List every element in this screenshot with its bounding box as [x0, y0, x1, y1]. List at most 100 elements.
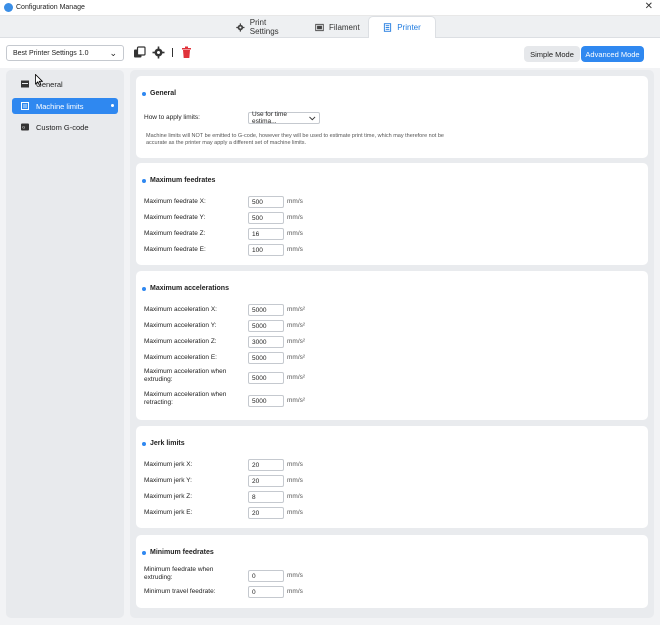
tab-label: Print Settings — [249, 18, 279, 36]
sidebar-item-machine-limits[interactable]: Machine limits — [12, 98, 118, 114]
min-travel-feedrate-input[interactable]: 0 — [248, 586, 284, 598]
simple-mode-button[interactable]: Simple Mode — [524, 46, 580, 62]
jerk-e-input[interactable]: 20 — [248, 507, 284, 519]
unit-label: mm/s — [287, 214, 303, 221]
feedrate-z-input[interactable]: 16 — [248, 228, 284, 240]
section-bullet-icon — [142, 178, 146, 183]
copy-icon[interactable] — [133, 46, 146, 59]
delete-icon[interactable] — [180, 46, 193, 59]
tab-label: Filament — [329, 22, 360, 32]
min-feedrate-extruding-input[interactable]: 0 — [248, 570, 284, 582]
section-title: Jerk limits — [142, 440, 185, 447]
min-travel-feedrate-label: Minimum travel feedrate: — [144, 588, 216, 595]
unit-label: mm/s² — [287, 354, 306, 361]
section-title: General — [142, 90, 176, 97]
sidebar-item-label: Custom G-code — [36, 122, 89, 132]
unit-label: mm/s — [287, 493, 303, 500]
unit-label: mm/s² — [287, 322, 306, 329]
section-jerk-limits: Jerk limits Maximum jerk X: 20 mm/s Maxi… — [136, 426, 648, 528]
section-title: Minimum feedrates — [142, 549, 214, 556]
acceleration-z-label: Maximum acceleration Z: — [144, 338, 217, 345]
app-logo-icon — [4, 3, 13, 12]
machine-limits-note: Machine limits will NOT be emitted to G-… — [146, 133, 444, 146]
section-max-feedrates: Maximum feedrates Maximum feedrate X: 50… — [136, 163, 648, 265]
preset-value: Best Printer Settings 1.0 — [13, 49, 89, 57]
unit-label: mm/s² — [287, 306, 306, 313]
sidebar-item-custom-gcode[interactable]: G Custom G-code — [12, 119, 118, 135]
unit-label: mm/s — [287, 246, 303, 253]
unit-label: mm/s — [287, 230, 303, 237]
feedrate-e-label: Maximum feedrate E: — [144, 246, 206, 253]
section-min-feedrates: Minimum feedrates Minimum feedrate when … — [136, 535, 648, 608]
printer-icon — [384, 23, 392, 32]
acceleration-y-input[interactable]: 5000 — [248, 320, 284, 332]
feedrate-y-input[interactable]: 500 — [248, 212, 284, 224]
unit-label: mm/s — [287, 509, 303, 516]
preset-dropdown[interactable]: Best Printer Settings 1.0 ⌄ — [6, 45, 124, 61]
jerk-y-input[interactable]: 20 — [248, 475, 284, 487]
section-title: Maximum feedrates — [142, 177, 215, 184]
sidebar-item-general[interactable]: General — [12, 76, 118, 92]
tab-filament[interactable]: Filament — [315, 16, 360, 38]
acceleration-y-label: Maximum acceleration Y: — [144, 322, 217, 329]
feedrate-y-label: Maximum feedrate Y: — [144, 214, 206, 221]
jerk-y-label: Maximum jerk Y: — [144, 477, 192, 484]
apply-limits-label: How to apply limits: — [144, 114, 200, 121]
filament-icon — [315, 23, 324, 31]
unit-label: mm/s² — [287, 338, 306, 345]
apply-limits-select[interactable]: Use for time estima... — [248, 111, 320, 125]
unit-label: mm/s — [287, 572, 303, 579]
advanced-mode-button[interactable]: Advanced Mode — [581, 46, 644, 62]
gcode-icon: G — [21, 123, 29, 131]
settings-panel: General How to apply limits: Use for tim… — [130, 70, 654, 618]
tab-print-settings[interactable]: Print Settings — [236, 16, 296, 38]
list-icon — [21, 80, 29, 88]
unit-label: mm/s — [287, 477, 303, 484]
min-feedrate-extruding-label: Minimum feedrate when extruding: — [144, 566, 214, 581]
unit-label: mm/s — [287, 198, 303, 205]
tab-bar: Print Settings Filament Printer — [0, 16, 660, 38]
jerk-z-input[interactable]: 8 — [248, 491, 284, 503]
acceleration-retracting-label: Maximum acceleration when retracting: — [144, 391, 227, 406]
acceleration-extruding-label: Maximum acceleration when extruding: — [144, 368, 227, 383]
content-area: General Machine limits G Custom G-code G… — [0, 68, 660, 625]
feedrate-e-input[interactable]: 100 — [248, 244, 284, 256]
chevron-down-icon: ⌄ — [109, 48, 117, 58]
acceleration-e-label: Maximum acceleration E: — [144, 354, 217, 361]
section-bullet-icon — [142, 441, 146, 446]
acceleration-e-input[interactable]: 5000 — [248, 352, 284, 364]
close-icon[interactable]: ✕ — [645, 1, 653, 12]
toolbar: Best Printer Settings 1.0 ⌄ Simple Mode … — [0, 38, 660, 68]
section-title: Maximum accelerations — [142, 285, 229, 292]
acceleration-x-input[interactable]: 5000 — [248, 304, 284, 316]
settings-icon[interactable] — [152, 46, 165, 59]
jerk-z-label: Maximum jerk Z: — [144, 493, 193, 500]
active-indicator-dot — [111, 104, 114, 107]
limits-icon — [21, 102, 29, 110]
svg-text:G: G — [22, 126, 25, 130]
section-max-accelerations: Maximum accelerations Maximum accelerati… — [136, 271, 648, 420]
tab-printer[interactable]: Printer — [368, 16, 436, 38]
jerk-x-input[interactable]: 20 — [248, 459, 284, 471]
tab-label: Printer — [397, 23, 421, 32]
acceleration-retracting-input[interactable]: 5000 — [248, 395, 284, 407]
unit-label: mm/s — [287, 588, 303, 595]
acceleration-z-input[interactable]: 3000 — [248, 336, 284, 348]
jerk-e-label: Maximum jerk E: — [144, 509, 193, 516]
jerk-x-label: Maximum jerk X: — [144, 461, 193, 468]
feedrate-z-label: Maximum feedrate Z: — [144, 230, 206, 237]
chevron-down-icon — [309, 116, 316, 120]
window-title: Configuration Manage — [16, 4, 85, 11]
sidebar: General Machine limits G Custom G-code — [6, 70, 124, 618]
acceleration-extruding-input[interactable]: 5000 — [248, 372, 284, 384]
mouse-cursor-icon — [35, 74, 43, 86]
feedrate-x-input[interactable]: 500 — [248, 196, 284, 208]
acceleration-x-label: Maximum acceleration X: — [144, 306, 217, 313]
feedrate-x-label: Maximum feedrate X: — [144, 198, 206, 205]
gear-icon — [236, 22, 245, 32]
unit-label: mm/s² — [287, 374, 306, 381]
unit-label: mm/s² — [287, 397, 306, 404]
title-bar: Configuration Manage ✕ — [0, 0, 660, 16]
section-general: General How to apply limits: Use for tim… — [136, 76, 648, 158]
unit-label: mm/s — [287, 461, 303, 468]
